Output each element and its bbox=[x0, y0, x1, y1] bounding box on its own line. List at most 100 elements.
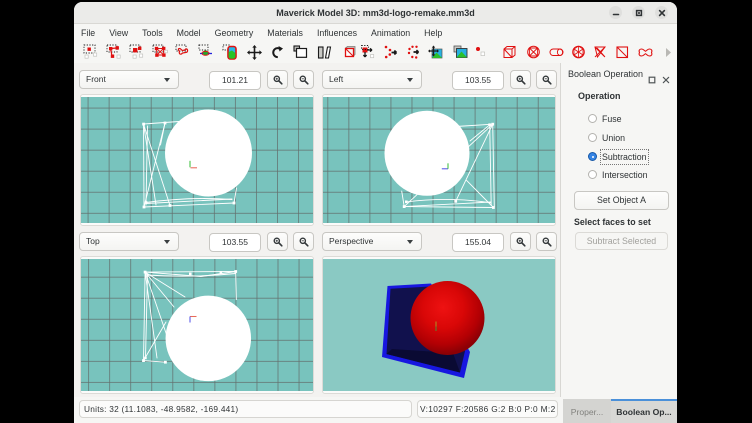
select-materials-icon[interactable] bbox=[222, 44, 239, 61]
maximize-button[interactable] bbox=[632, 6, 645, 19]
left-gl-surface[interactable] bbox=[323, 97, 555, 223]
zoom-in-button-top[interactable] bbox=[267, 232, 288, 251]
close-button[interactable] bbox=[655, 6, 668, 19]
select-group-icon[interactable] bbox=[129, 44, 146, 61]
toolbar-overflow-icon[interactable] bbox=[660, 44, 677, 61]
create-sphere-icon[interactable] bbox=[525, 44, 542, 61]
menu-help[interactable]: Help bbox=[417, 25, 449, 42]
screen: Maverick Model 3D: mm3d-logo-remake.mm3d… bbox=[0, 0, 752, 423]
radio-circle-icon bbox=[588, 114, 597, 123]
menu-animation[interactable]: Animation bbox=[364, 25, 417, 42]
menu-geometry[interactable]: Geometry bbox=[208, 25, 261, 42]
status-units: Units: 32 (11.1083, -48.9582, -169.441) bbox=[79, 400, 412, 418]
zoom-out-button-left[interactable] bbox=[536, 70, 557, 89]
create-cylinder-icon[interactable] bbox=[548, 44, 565, 61]
move-tool-icon[interactable] bbox=[246, 44, 263, 61]
maximize-icon bbox=[635, 9, 643, 17]
view-select-label: Perspective bbox=[329, 233, 373, 250]
perspective-gl-surface[interactable] bbox=[323, 259, 555, 391]
menu-tools[interactable]: Tools bbox=[135, 25, 170, 42]
view-select-left[interactable]: Left bbox=[322, 70, 422, 89]
radio-label: Union bbox=[602, 132, 625, 144]
panel-close-icon bbox=[662, 76, 670, 84]
close-icon bbox=[658, 9, 666, 17]
panel-close-button[interactable] bbox=[662, 71, 670, 89]
select-projections-icon[interactable] bbox=[198, 44, 215, 61]
radio-label: Intersection bbox=[602, 169, 647, 181]
top-gl-surface[interactable] bbox=[81, 259, 313, 391]
zoom-out-button-top[interactable] bbox=[293, 232, 314, 251]
delete-icon[interactable] bbox=[342, 44, 359, 61]
view-select-label: Top bbox=[86, 233, 100, 250]
create-plane-icon[interactable] bbox=[614, 44, 631, 61]
zoom-in-button-left[interactable] bbox=[510, 70, 531, 89]
zoom-value-front[interactable]: 101.21 bbox=[209, 71, 261, 90]
view-select-perspective[interactable]: Perspective bbox=[322, 232, 422, 251]
boolean-operation-panel: Boolean Operation Operation Fuse Union S… bbox=[560, 63, 677, 397]
view-select-front[interactable]: Front bbox=[79, 70, 179, 89]
viewport-front-canvas[interactable] bbox=[80, 94, 314, 226]
menu-model[interactable]: Model bbox=[170, 25, 208, 42]
point-tool-icon[interactable] bbox=[473, 44, 490, 61]
operation-section-label: Operation bbox=[578, 91, 621, 101]
select-bone-joints-icon[interactable] bbox=[175, 44, 192, 61]
chevron-down-icon bbox=[407, 78, 413, 82]
viewport-left-canvas[interactable] bbox=[322, 94, 556, 226]
create-torus-icon[interactable] bbox=[637, 44, 654, 61]
move-background-image-icon[interactable] bbox=[427, 44, 444, 61]
material-images-icon[interactable] bbox=[452, 44, 469, 61]
app-window: Maverick Model 3D: mm3d-logo-remake.mm3d… bbox=[74, 2, 677, 423]
view-select-top[interactable]: Top bbox=[79, 232, 179, 251]
tab-boolean-operation[interactable]: Boolean Op... bbox=[611, 399, 677, 423]
minimize-button[interactable] bbox=[609, 6, 622, 19]
zoom-in-button-perspective[interactable] bbox=[510, 232, 531, 251]
select-faces-hint: Select faces to set bbox=[574, 217, 651, 227]
toolbar bbox=[74, 42, 677, 63]
select-all-icon[interactable] bbox=[83, 44, 100, 61]
duplicate-icon[interactable] bbox=[292, 44, 309, 61]
create-cone-icon[interactable] bbox=[592, 44, 609, 61]
menu-influences[interactable]: Influences bbox=[310, 25, 364, 42]
create-geosphere-icon[interactable] bbox=[570, 44, 587, 61]
select-connected-icon[interactable] bbox=[106, 44, 123, 61]
top-wireframe bbox=[81, 259, 313, 391]
menu-file[interactable]: File bbox=[74, 25, 102, 42]
menu-view[interactable]: View bbox=[102, 25, 135, 42]
menu-materials[interactable]: Materials bbox=[260, 25, 310, 42]
panel-title: Boolean Operation bbox=[568, 69, 643, 79]
front-gl-surface[interactable] bbox=[81, 97, 313, 223]
menubar: FileViewToolsModelGeometryMaterialsInflu… bbox=[74, 25, 677, 42]
view-select-label: Left bbox=[329, 71, 343, 88]
tab-properties[interactable]: Proper... bbox=[563, 399, 611, 423]
zoom-value-top[interactable]: 103.55 bbox=[209, 233, 261, 252]
radio-circle-icon bbox=[588, 133, 597, 142]
viewport-perspective-canvas[interactable] bbox=[322, 256, 556, 394]
minimize-icon bbox=[612, 9, 620, 17]
radio-circle-icon bbox=[588, 152, 597, 161]
view-select-label: Front bbox=[86, 71, 106, 88]
create-cube-icon[interactable] bbox=[501, 44, 518, 61]
zoom-out-button-front[interactable] bbox=[293, 70, 314, 89]
select-faces-icon[interactable] bbox=[152, 44, 169, 61]
window-title: Maverick Model 3D: mm3d-logo-remake.mm3d bbox=[74, 2, 677, 24]
unweld-vertices-icon[interactable] bbox=[406, 44, 423, 61]
status-stats: V:10297 F:20586 G:2 B:0 P:0 M:2 bbox=[417, 400, 558, 418]
rotate-tool-icon[interactable] bbox=[269, 44, 286, 61]
set-object-a-button[interactable]: Set Object A bbox=[574, 191, 669, 210]
radio-label: Fuse bbox=[602, 113, 622, 125]
statusbar: Units: 32 (11.1083, -48.9582, -169.441) … bbox=[74, 397, 677, 423]
titlebar: Maverick Model 3D: mm3d-logo-remake.mm3d bbox=[74, 2, 677, 24]
zoom-in-button-front[interactable] bbox=[267, 70, 288, 89]
vertex-tool-icon[interactable] bbox=[360, 44, 377, 61]
subtract-selected-button[interactable]: Subtract Selected bbox=[575, 232, 668, 250]
main-area: Boolean Operation Operation Fuse Union S… bbox=[74, 63, 677, 397]
panel-float-button[interactable] bbox=[648, 71, 656, 89]
zoom-out-button-perspective[interactable] bbox=[536, 232, 557, 251]
left-wireframe bbox=[323, 97, 555, 223]
zoom-value-left[interactable]: 103.55 bbox=[452, 71, 504, 90]
shear-icon[interactable] bbox=[316, 44, 333, 61]
bottom-tabs: Proper... Boolean Op... bbox=[563, 399, 677, 423]
zoom-value-perspective[interactable]: 155.04 bbox=[452, 233, 504, 252]
viewport-top-canvas[interactable] bbox=[80, 256, 314, 394]
weld-vertices-icon[interactable] bbox=[383, 44, 400, 61]
